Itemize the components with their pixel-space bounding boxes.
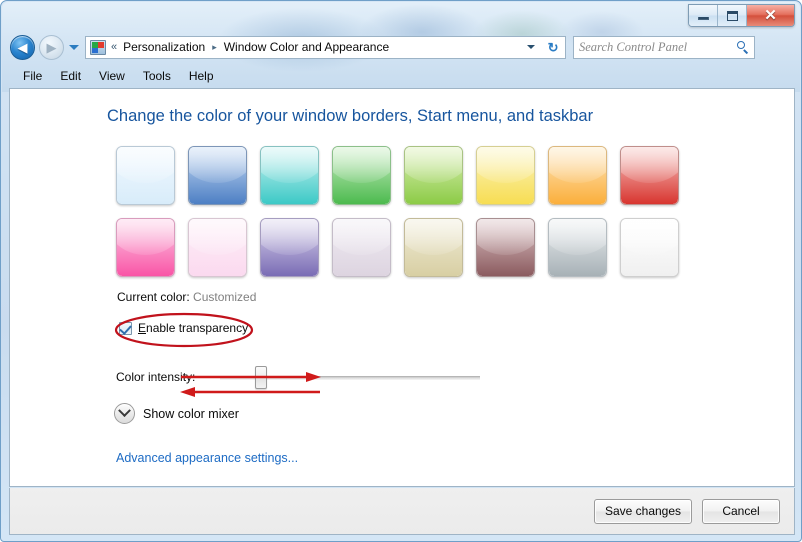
color-intensity-thumb[interactable] (254, 366, 267, 389)
swatch-pink[interactable] (116, 218, 175, 277)
swatch-yellow[interactable] (476, 146, 535, 205)
search-box[interactable]: Search Control Panel (573, 35, 755, 59)
swatch-sky[interactable] (116, 146, 175, 205)
menu-item-file[interactable]: File (14, 67, 51, 85)
window-color-appearance-window: ✕ ◀ ▶ « Personalization ▸ Window Color a… (0, 0, 802, 542)
swatch-khaki[interactable] (404, 218, 463, 277)
dialog-button-bar: Save changes Cancel (9, 488, 795, 535)
enable-transparency-label-rest: nable transparency (146, 321, 249, 335)
swatch-fill (405, 219, 462, 276)
show-color-mixer-label: Show color mixer (143, 406, 239, 421)
swatch-lavender[interactable] (332, 218, 391, 277)
menu-item-view[interactable]: View (90, 67, 134, 85)
breadcrumb-overflow-icon[interactable]: « (111, 41, 117, 53)
forward-button[interactable]: ▶ (39, 34, 64, 60)
menu-bar: File Edit View Tools Help (2, 64, 802, 87)
current-color-label: Current color: (117, 290, 190, 304)
accelerator-letter: E (138, 321, 147, 335)
current-color-value: Customized (193, 290, 257, 304)
swatch-red[interactable] (620, 146, 679, 205)
swatch-fill (549, 219, 606, 276)
swatch-fill (549, 147, 606, 204)
swatch-green[interactable] (332, 146, 391, 205)
current-color-row: Current color: Customized (117, 290, 256, 304)
close-button[interactable]: ✕ (747, 5, 794, 26)
maximize-icon (726, 10, 738, 21)
checkmark-icon (119, 321, 132, 335)
swatch-white[interactable] (620, 218, 679, 277)
swatch-fill (477, 219, 534, 276)
cancel-button[interactable]: Cancel (702, 498, 780, 524)
expand-button[interactable] (114, 403, 135, 424)
search-placeholder: Search Control Panel (579, 39, 688, 54)
content-pane: Change the color of your window borders,… (9, 88, 795, 487)
swatch-fill (261, 219, 318, 276)
swatch-fill (117, 219, 174, 276)
address-bar-controls: ↻ (520, 35, 566, 59)
swatch-fill (333, 219, 390, 276)
forward-arrow-icon: ▶ (46, 39, 57, 55)
refresh-icon[interactable]: ↻ (548, 41, 559, 54)
menu-item-tools[interactable]: Tools (134, 67, 180, 85)
swatch-mauve[interactable] (476, 218, 535, 277)
swatch-orange[interactable] (548, 146, 607, 205)
save-changes-button[interactable]: Save changes (594, 498, 692, 524)
search-icon (737, 41, 749, 53)
navigation-bar: ◀ ▶ « Personalization ▸ Window Color and… (2, 31, 802, 63)
address-bar[interactable]: « Personalization ▸ Window Color and App… (85, 35, 520, 59)
menu-item-edit[interactable]: Edit (51, 67, 90, 85)
menu-item-help[interactable]: Help (180, 67, 223, 85)
window-controls: ✕ (688, 4, 795, 27)
breadcrumb-separator-icon[interactable]: ▸ (212, 42, 217, 53)
back-arrow-icon: ◀ (17, 39, 28, 55)
swatch-fill (477, 147, 534, 204)
show-color-mixer-row[interactable]: Show color mixer (114, 403, 239, 424)
swatch-gray[interactable] (548, 218, 607, 277)
swatch-fill (189, 147, 246, 204)
recent-pages-dropdown-icon[interactable] (69, 44, 79, 50)
swatch-fill (621, 147, 678, 204)
breadcrumb-window-color[interactable]: Window Color and Appearance (222, 39, 391, 55)
swatch-lime[interactable] (404, 146, 463, 205)
breadcrumb-personalization[interactable]: Personalization (121, 39, 207, 55)
swatch-violet[interactable] (260, 218, 319, 277)
swatch-fill (621, 219, 678, 276)
swatch-fill (117, 147, 174, 204)
enable-transparency-row[interactable]: Enable transparency (119, 321, 248, 335)
swatch-fill (333, 147, 390, 204)
color-intensity-label: Color intensity: (116, 370, 196, 384)
personalization-icon (90, 39, 106, 55)
maximize-button[interactable] (718, 5, 747, 26)
title-bar: ✕ (2, 2, 802, 30)
swatch-fill (189, 219, 246, 276)
swatch-teal[interactable] (260, 146, 319, 205)
close-icon: ✕ (764, 7, 777, 24)
page-title: Change the color of your window borders,… (107, 107, 594, 125)
minimize-button[interactable] (689, 5, 718, 26)
back-button[interactable]: ◀ (10, 34, 35, 60)
swatch-fill (405, 147, 462, 204)
color-swatch-grid (116, 146, 692, 290)
enable-transparency-checkbox[interactable] (119, 321, 132, 335)
minimize-icon (697, 17, 709, 20)
enable-transparency-label: Enable transparency (138, 321, 248, 335)
swatch-lightpink[interactable] (188, 218, 247, 277)
swatch-blue[interactable] (188, 146, 247, 205)
color-intensity-row: Color intensity: (116, 364, 516, 394)
chevron-down-icon[interactable] (526, 45, 535, 49)
swatch-fill (261, 147, 318, 204)
advanced-appearance-settings-link[interactable]: Advanced appearance settings... (116, 451, 298, 465)
chevron-down-icon (118, 404, 131, 418)
